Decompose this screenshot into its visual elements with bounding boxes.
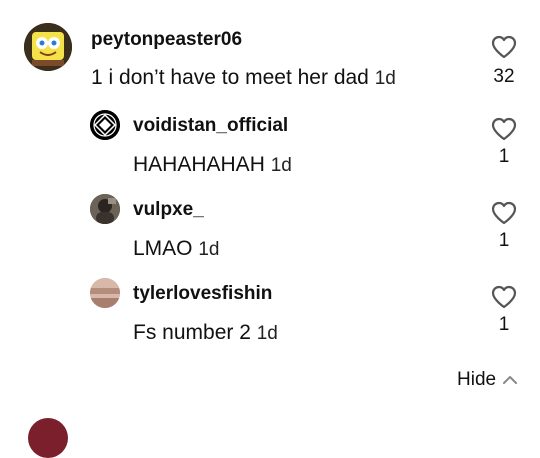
heart-icon [491, 285, 517, 309]
hide-replies-button[interactable]: Hide [457, 369, 518, 391]
hide-replies-label: Hide [457, 369, 497, 390]
avatar[interactable] [90, 194, 120, 224]
like-count: 32 [493, 66, 515, 87]
chevron-up-icon [503, 376, 518, 384]
heart-icon [491, 201, 517, 225]
like-button[interactable] [489, 35, 519, 59]
username[interactable]: tylerlovesfishin [133, 283, 272, 305]
diamond-logo-avatar-icon [90, 110, 120, 140]
comment-text: Fs number 2 1d [133, 321, 278, 345]
comment-body: HAHAHAHAH [133, 153, 265, 176]
heart-icon [491, 35, 517, 59]
timestamp: 1d [256, 323, 278, 344]
comment-text: 1 i don’t have to meet her dad 1d [91, 66, 396, 90]
avatar[interactable] [28, 418, 68, 458]
username[interactable]: peytonpeaster06 [91, 29, 242, 51]
like-count: 1 [498, 230, 510, 251]
like-count: 1 [498, 314, 510, 335]
timestamp: 1d [374, 68, 396, 89]
comment-text: HAHAHAHAH 1d [133, 153, 292, 177]
username[interactable]: vulpxe_ [133, 199, 204, 221]
like-count: 1 [498, 146, 510, 167]
comment-body: Fs number 2 [133, 321, 251, 344]
avatar[interactable] [90, 110, 120, 140]
spongebob-avatar-icon [24, 23, 72, 71]
comment-text: LMAO 1d [133, 237, 220, 261]
username[interactable]: voidistan_official [133, 115, 288, 137]
comment-body: LMAO [133, 237, 193, 260]
heart-icon [491, 117, 517, 141]
like-button[interactable] [489, 285, 519, 309]
timestamp: 1d [270, 155, 292, 176]
timestamp: 1d [198, 239, 220, 260]
avatar[interactable] [24, 23, 72, 71]
like-button[interactable] [489, 117, 519, 141]
avatar[interactable] [90, 278, 120, 308]
photo-avatar-icon [90, 278, 120, 308]
photo-avatar-icon [90, 194, 120, 224]
comment-body: 1 i don’t have to meet her dad [91, 66, 369, 89]
like-button[interactable] [489, 201, 519, 225]
